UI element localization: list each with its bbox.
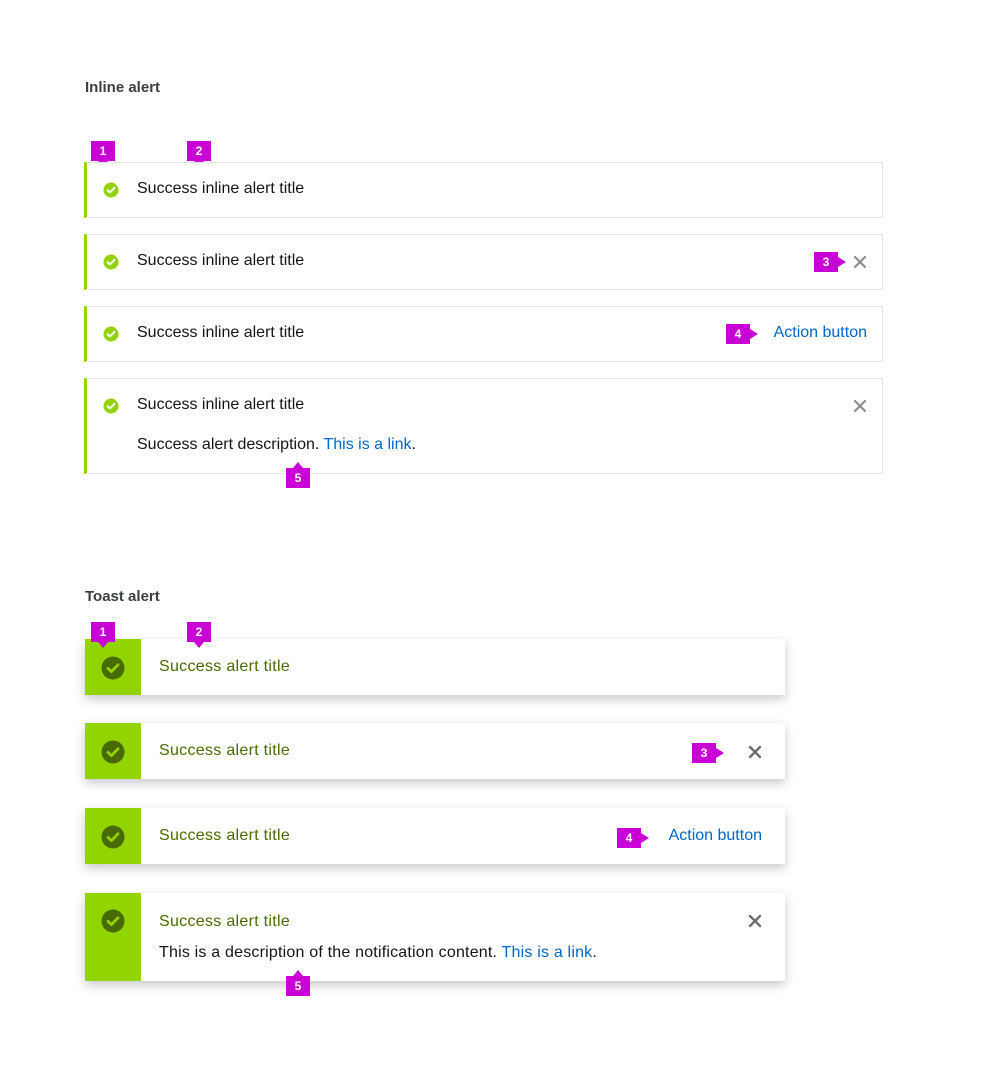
toast-alert-heading: Toast alert (85, 588, 160, 605)
toast-status-bar (85, 893, 141, 981)
toast-alert-with-description: Success alert title This is a descriptio… (85, 893, 785, 981)
check-circle-icon (103, 182, 119, 198)
inline-alert-with-action: Success inline alert title Action button (84, 306, 883, 362)
inline-alert-title: Success inline alert title (137, 396, 305, 413)
toast-alert-description: This is a description of the notificatio… (159, 944, 597, 962)
annotation-marker-5: 5 (286, 462, 310, 488)
annotation-marker-2: 2 (187, 141, 211, 167)
description-text: Success alert description. (137, 436, 320, 453)
toast-alert-title: Success alert title (159, 658, 291, 675)
annotation-marker-5: 5 (286, 970, 310, 996)
annotation-marker-3: 3 (692, 743, 724, 763)
annotation-marker-4: 4 (617, 828, 649, 848)
check-circle-icon (101, 825, 125, 849)
check-circle-icon (101, 909, 125, 933)
annotation-marker-2: 2 (187, 622, 211, 648)
close-icon[interactable] (747, 744, 763, 760)
close-icon[interactable] (747, 913, 763, 929)
close-icon[interactable] (852, 254, 868, 270)
action-button[interactable]: Action button (774, 324, 867, 342)
close-icon[interactable] (852, 398, 868, 414)
inline-alert-title: Success inline alert title (137, 180, 305, 197)
inline-alert-with-description: Success inline alert title Success alert… (84, 378, 883, 474)
inline-alert-dismissible: Success inline alert title (84, 234, 883, 290)
toast-alert-title: Success alert title (159, 913, 291, 930)
check-circle-icon (103, 398, 119, 414)
description-link[interactable]: This is a link (323, 436, 411, 453)
description-link[interactable]: This is a link (502, 944, 593, 961)
annotation-marker-1: 1 (91, 141, 115, 167)
check-circle-icon (103, 254, 119, 270)
toast-alert: Success alert title (85, 639, 785, 695)
annotation-marker-4: 4 (726, 324, 758, 344)
annotation-marker-1: 1 (91, 622, 115, 648)
check-circle-icon (101, 740, 125, 764)
description-text: This is a description of the notificatio… (159, 944, 498, 961)
inline-alert: Success inline alert title (84, 162, 883, 218)
toast-alert-with-action: Success alert title Action button (85, 808, 785, 864)
toast-alert-dismissible: Success alert title (85, 723, 785, 779)
toast-alert-title: Success alert title (159, 742, 291, 759)
inline-alert-description: Success alert description. This is a lin… (137, 436, 416, 454)
inline-alert-heading: Inline alert (85, 79, 161, 96)
description-period: . (592, 944, 598, 961)
annotation-marker-3: 3 (814, 252, 846, 272)
description-period: . (411, 436, 416, 453)
check-circle-icon (101, 656, 125, 680)
inline-alert-title: Success inline alert title (137, 252, 305, 269)
toast-alert-title: Success alert title (159, 827, 291, 844)
check-circle-icon (103, 326, 119, 342)
inline-alert-title: Success inline alert title (137, 324, 305, 341)
action-button[interactable]: Action button (669, 827, 762, 845)
